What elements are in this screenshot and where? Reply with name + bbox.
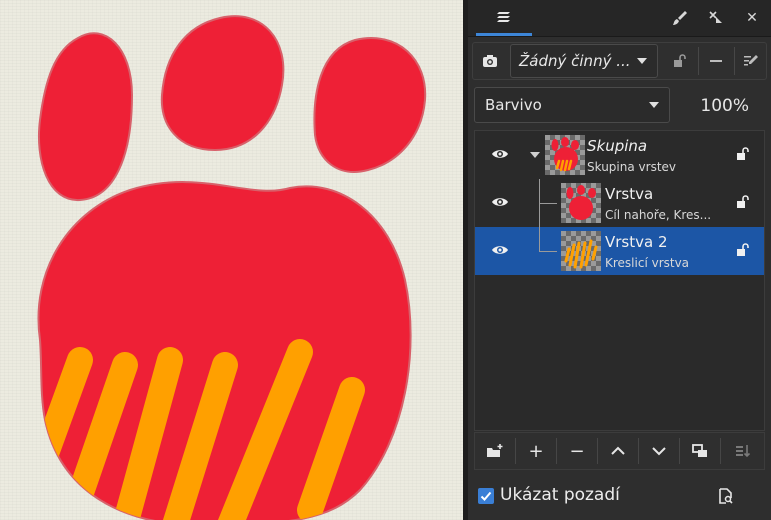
layer-thumbnail: [561, 183, 601, 223]
camera-icon: [483, 55, 497, 67]
blend-mode-select[interactable]: Barvivo: [474, 87, 670, 123]
move-down-icon: [652, 447, 666, 456]
unlock-icon: [674, 54, 686, 67]
layer-row-skupina[interactable]: Skupina Skupina vrstev: [475, 131, 764, 179]
unlock-icon[interactable]: [736, 243, 750, 257]
document-search-icon: [719, 488, 733, 504]
layer-list: Skupina Skupina vrstev Vrstva Cíl nahoře…: [474, 130, 765, 431]
snapshot-remove-button[interactable]: [699, 43, 733, 79]
background-settings-button[interactable]: [714, 485, 738, 507]
show-background-label[interactable]: Ukázat pozadí: [500, 485, 620, 505]
paw-toe-3: [313, 37, 427, 173]
edit-icon: [744, 55, 758, 66]
add-layer-button[interactable]: +: [516, 433, 556, 469]
chevron-down-icon: [649, 102, 659, 108]
snapshot-button[interactable]: [473, 43, 507, 79]
checkmark-icon: [480, 491, 492, 501]
unlock-icon[interactable]: [736, 195, 750, 209]
snapshot-dropdown[interactable]: Žádný činný ...: [510, 44, 658, 78]
eye-icon[interactable]: [491, 147, 509, 161]
dock-icon: [709, 11, 722, 23]
add-group-button[interactable]: [475, 433, 515, 469]
tree-line: [539, 251, 557, 252]
drawing-canvas[interactable]: [0, 0, 463, 520]
snapshot-toolbar: Žádný činný ...: [472, 42, 767, 80]
layer-type: Cíl nahoře, Kres...: [605, 208, 712, 222]
show-background-checkbox[interactable]: [478, 488, 494, 504]
add-layer-icon: +: [528, 440, 544, 462]
chevron-down-icon: [637, 58, 647, 64]
layer-type: Skupina vrstev: [587, 160, 677, 174]
snapshot-dropdown-value: Žádný činný ...: [519, 52, 631, 70]
snapshot-lock-button[interactable]: [663, 43, 697, 79]
layer-thumbnail: [545, 135, 585, 175]
tab-layers[interactable]: [476, 0, 532, 36]
layer-actions-bar: + −: [474, 432, 765, 470]
layers-panel: ✕ Žádný činný ... Barvivo 100% Skupina S…: [468, 0, 771, 520]
remove-layer-button[interactable]: −: [557, 433, 597, 469]
merge-down-button[interactable]: [723, 433, 763, 469]
blend-mode-value: Barvivo: [485, 96, 542, 114]
paw-toe-1: [38, 32, 134, 202]
move-up-icon: [611, 446, 625, 455]
paw-toe-2: [160, 15, 285, 152]
move-down-button[interactable]: [639, 433, 679, 469]
snapshot-edit-button[interactable]: [735, 43, 767, 79]
layer-type: Kreslicí vrstva: [605, 256, 690, 270]
duplicate-icon: [692, 444, 707, 457]
layers-icon: [497, 11, 510, 22]
panel-tabbar: ✕: [468, 0, 771, 37]
layer-name: Vrstva: [605, 185, 654, 203]
remove-layer-icon: −: [569, 440, 585, 462]
eye-icon[interactable]: [491, 195, 509, 209]
layer-row-vrstva[interactable]: Vrstva Cíl nahoře, Kres...: [475, 179, 764, 227]
layer-thumbnail: [561, 231, 601, 271]
layer-name: Skupina: [587, 137, 648, 155]
unlock-icon[interactable]: [736, 147, 750, 161]
duplicate-layer-button[interactable]: [680, 433, 720, 469]
dock-button[interactable]: [700, 0, 732, 36]
layer-name: Vrstva 2: [605, 233, 668, 251]
brush-icon: [673, 11, 687, 25]
move-up-button[interactable]: [598, 433, 638, 469]
brush-button[interactable]: [664, 0, 696, 36]
tree-line: [539, 203, 557, 204]
layer-row-vrstva-2[interactable]: Vrstva 2 Kreslicí vrstva: [475, 227, 764, 275]
minus-icon: [710, 60, 722, 62]
close-icon: ✕: [746, 10, 758, 26]
paw-artwork: [37, 15, 427, 520]
opacity-value[interactable]: 100%: [700, 96, 749, 116]
eye-icon[interactable]: [491, 243, 509, 257]
close-button[interactable]: ✕: [736, 0, 768, 36]
tree-line: [539, 227, 540, 251]
expand-chevron-icon[interactable]: [530, 152, 540, 158]
add-group-icon: [487, 444, 503, 457]
merge-down-icon: [736, 445, 751, 458]
